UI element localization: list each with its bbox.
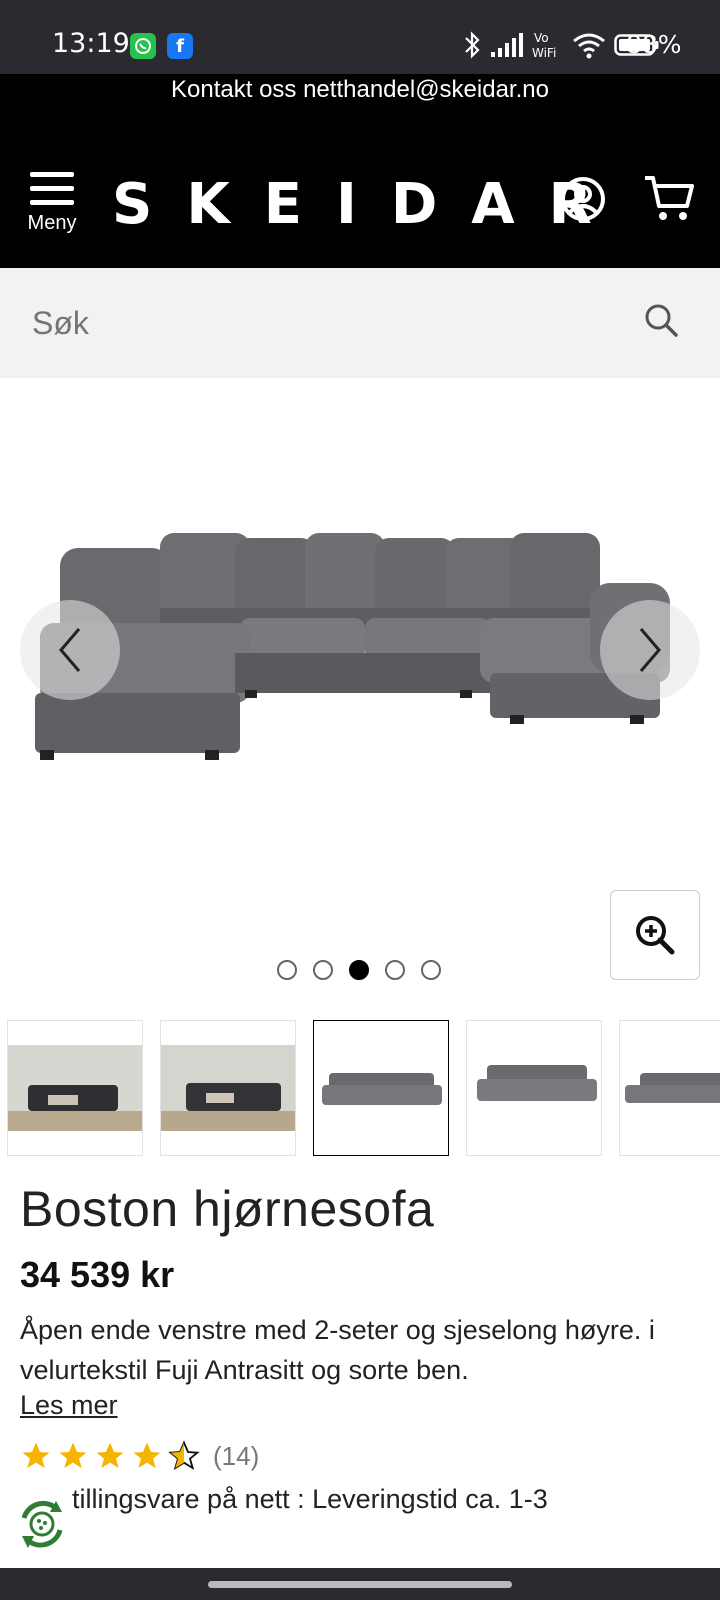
recycle-icon[interactable]	[14, 1496, 70, 1552]
facebook-icon: f	[167, 33, 193, 59]
gallery-dot[interactable]	[385, 960, 405, 980]
hamburger-icon[interactable]	[22, 172, 82, 205]
menu-button[interactable]: Meny	[22, 172, 82, 242]
zoom-in-icon[interactable]	[635, 915, 675, 955]
search-bar	[0, 268, 720, 378]
product-rating[interactable]: (14)	[20, 1440, 259, 1472]
product-title: Boston hjørnesofa	[20, 1181, 435, 1237]
product-price: 34 539 kr	[20, 1254, 175, 1295]
thumbnail[interactable]	[160, 1020, 296, 1156]
product-image[interactable]	[30, 528, 680, 768]
thumbnail[interactable]	[7, 1020, 143, 1156]
status-time: 13:19	[52, 28, 130, 59]
cart-icon[interactable]	[643, 174, 695, 222]
menu-label[interactable]: Meny	[22, 212, 82, 235]
whatsapp-icon	[130, 33, 156, 59]
skeidar-logo[interactable]: SKEIDAR	[112, 172, 626, 237]
svg-text:WiFi: WiFi	[532, 46, 556, 60]
star-icon	[133, 1442, 161, 1468]
site-header: Meny SKEIDAR	[0, 114, 720, 268]
thumbnail[interactable]	[466, 1020, 602, 1156]
rating-count[interactable]: (14)	[213, 1441, 259, 1472]
thumbnail-strip	[7, 1020, 720, 1157]
status-bar: 13:19 f Vo WiFi 88%	[0, 0, 720, 74]
zoom-button[interactable]	[610, 890, 700, 980]
previous-image-button[interactable]	[20, 600, 120, 700]
home-gesture-handle[interactable]	[208, 1581, 512, 1588]
chevron-right-icon[interactable]	[635, 625, 665, 675]
product-description: Åpen ende venstre med 2-seter og sjeselo…	[20, 1315, 655, 1385]
contact-text[interactable]: Kontakt oss netthandel@skeidar.no	[171, 76, 549, 103]
star-icon	[96, 1442, 124, 1468]
account-icon[interactable]	[560, 176, 606, 222]
search-icon[interactable]	[643, 302, 679, 338]
delivery-info: tillingsvare på nett : Leveringstid ca. …	[72, 1484, 548, 1514]
gallery-dot[interactable]	[313, 960, 333, 980]
thumbnail[interactable]	[619, 1020, 720, 1156]
svg-text:Vo: Vo	[534, 31, 549, 45]
product-gallery[interactable]	[0, 378, 720, 1008]
gallery-dot-active[interactable]	[349, 960, 369, 980]
gallery-dot[interactable]	[277, 960, 297, 980]
thumbnail-active[interactable]	[313, 1020, 449, 1156]
read-more-link[interactable]: Les mer	[20, 1390, 118, 1421]
wifi-icon	[573, 33, 605, 59]
contact-bar[interactable]: Kontakt oss netthandel@skeidar.no	[0, 74, 720, 114]
half-star-icon	[168, 1440, 200, 1471]
search-input[interactable]	[32, 296, 612, 350]
gallery-pagination	[277, 960, 441, 980]
signal-icon	[491, 33, 523, 57]
star-icon	[59, 1442, 87, 1468]
system-nav-bar	[0, 1568, 720, 1600]
vowifi-icon: VoWiFi	[532, 31, 556, 60]
bluetooth-icon	[465, 31, 480, 59]
battery-percent: 88%	[626, 30, 682, 59]
star-icon	[22, 1442, 50, 1468]
next-image-button[interactable]	[600, 600, 700, 700]
chevron-left-icon[interactable]	[55, 625, 85, 675]
gallery-dot[interactable]	[421, 960, 441, 980]
